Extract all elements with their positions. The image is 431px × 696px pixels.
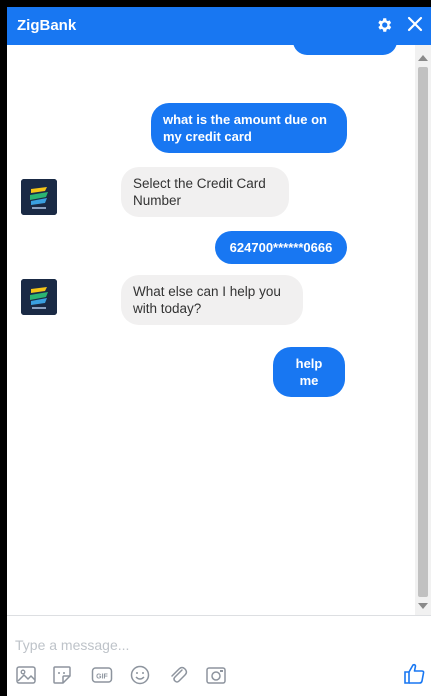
sticker-icon[interactable] [51,664,73,686]
bot-message: What else can I help you with today? [121,275,303,325]
message-text: 624700******0666 [229,240,333,255]
bot-avatar [21,179,57,215]
svg-text:GIF: GIF [96,674,108,681]
message-text: help me [295,356,323,388]
image-icon[interactable] [15,664,37,686]
message-list: what is the amount due on my credit card… [7,45,415,615]
bot-message: Select the Credit Card Number [121,167,289,217]
scroll-thumb[interactable] [418,67,428,597]
attachment-icon[interactable] [167,664,189,686]
emoji-icon[interactable] [129,664,151,686]
message-text: what is the amount due on my credit card [163,112,327,144]
gear-icon[interactable] [375,16,393,34]
chat-header: ZigBank [7,7,431,45]
chat-title: ZigBank [17,17,77,34]
bot-avatar [21,279,57,315]
scroll-up-icon[interactable] [418,55,428,61]
user-message: what is the amount due on my credit card [151,103,347,153]
close-icon[interactable] [405,14,425,34]
user-message: 624700******0666 [215,231,347,264]
message-scrollbar[interactable] [415,45,431,615]
zigbank-logo-icon [21,179,57,215]
camera-icon[interactable] [205,664,227,686]
like-icon[interactable] [403,662,427,686]
message-text: Select the Credit Card Number [133,176,266,208]
gif-icon[interactable]: GIF [91,664,113,686]
user-message: help me [273,347,345,397]
message-composer: GIF [7,615,431,696]
message-text: What else can I help you with today? [133,284,281,316]
scroll-down-icon[interactable] [418,603,428,609]
chat-window: ZigBank what is the amount due on my cre… [7,7,431,696]
zigbank-logo-icon [21,279,57,315]
message-input[interactable] [15,634,315,656]
previous-message-bubble [293,45,397,55]
